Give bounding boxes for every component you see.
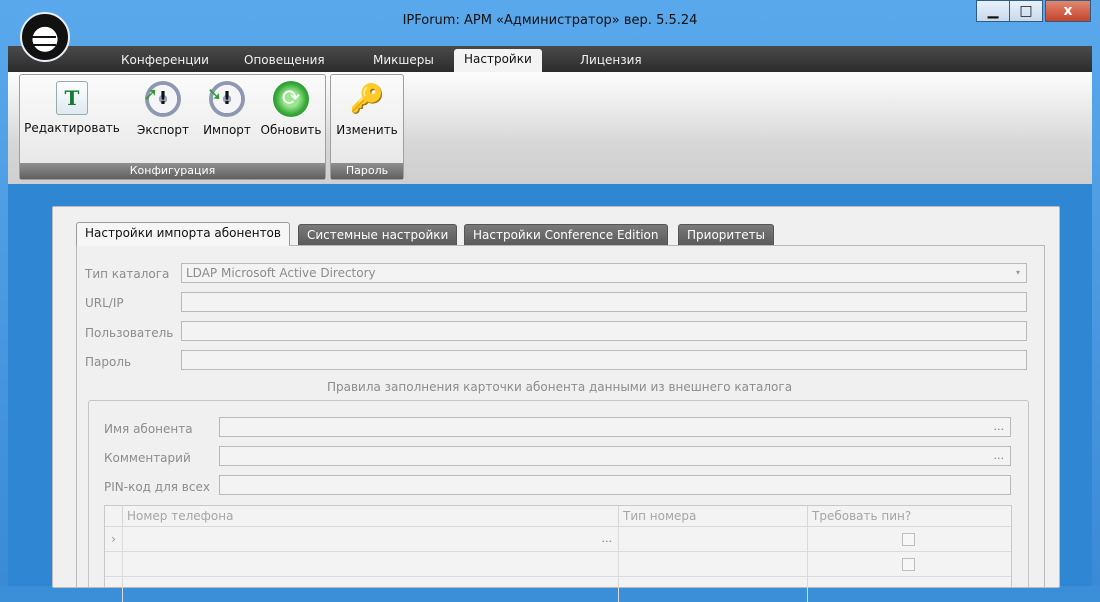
- url-input[interactable]: [181, 292, 1027, 312]
- ribbon-group-password: 🔑 Изменить Пароль: [330, 74, 404, 180]
- row-marker-cell: [105, 552, 123, 577]
- ribbon-group-label: Конфигурация: [20, 163, 325, 179]
- comment-input[interactable]: ...: [219, 446, 1011, 466]
- edit-button[interactable]: T Редактировать: [22, 81, 122, 135]
- phone-cell[interactable]: [123, 577, 619, 602]
- tab-notifications[interactable]: Оповещения: [234, 50, 335, 72]
- ribbon: T Редактировать ➚! Экспорт ➘! Импорт ⟳ О…: [8, 72, 1092, 185]
- edit-document-icon: T: [56, 81, 88, 115]
- title-bar: IPForum: АРМ «Администратор» вер. 5.5.24…: [0, 0, 1100, 46]
- pin-input[interactable]: [219, 475, 1011, 495]
- export-button[interactable]: ➚! Экспорт: [132, 81, 194, 137]
- catalog-type-select[interactable]: LDAP Microsoft Active Directory ▾: [181, 263, 1027, 283]
- close-button[interactable]: x: [1045, 0, 1091, 22]
- password-input[interactable]: [181, 350, 1027, 370]
- import-disc-icon: ➘!: [207, 81, 245, 117]
- comment-label: Комментарий: [104, 451, 191, 465]
- keys-icon: 🔑: [349, 82, 385, 115]
- refresh-icon: ⟳: [273, 81, 309, 117]
- require-pin-checkbox[interactable]: [902, 533, 915, 546]
- import-button-label: Импорт: [203, 123, 251, 137]
- export-disc-icon: ➚!: [143, 81, 181, 117]
- dropdown-arrow-icon: ▾: [1015, 268, 1020, 277]
- change-password-button[interactable]: 🔑 Изменить: [333, 81, 401, 137]
- refresh-button[interactable]: ⟳ Обновить: [258, 81, 324, 137]
- tab-conferences[interactable]: Конференции: [111, 50, 219, 72]
- tab-settings[interactable]: Настройки: [454, 49, 542, 72]
- column-header-phone[interactable]: Номер телефона: [123, 506, 619, 526]
- maximize-button[interactable]: □: [1009, 0, 1043, 22]
- phones-grid: Номер телефона Тип номера Требовать пин?…: [104, 505, 1012, 602]
- tab-priorities[interactable]: Приоритеты: [678, 224, 775, 245]
- table-row[interactable]: [105, 576, 1011, 602]
- minimize-button[interactable]: ▁: [976, 0, 1010, 22]
- tab-conference-edition[interactable]: Настройки Conference Edition: [464, 224, 668, 245]
- change-password-label: Изменить: [336, 123, 398, 137]
- row-header-column: [105, 506, 123, 526]
- phone-cell[interactable]: ...: [123, 527, 619, 552]
- tab-system-settings[interactable]: Системные настройки: [298, 224, 458, 245]
- require-pin-checkbox[interactable]: [902, 558, 915, 571]
- browse-phone-button[interactable]: ...: [602, 532, 613, 545]
- table-row[interactable]: › ...: [105, 526, 1011, 552]
- column-header-type[interactable]: Тип номера: [619, 506, 808, 526]
- window-title: IPForum: АРМ «Администратор» вер. 5.5.24: [402, 13, 698, 28]
- app-window: IPForum: АРМ «Администратор» вер. 5.5.24…: [0, 0, 1100, 602]
- table-row[interactable]: [105, 551, 1011, 577]
- import-button[interactable]: ➘! Импорт: [198, 81, 256, 137]
- tab-import-settings[interactable]: Настройки импорта абонентов: [76, 222, 290, 246]
- edit-button-label: Редактировать: [24, 121, 120, 135]
- type-cell[interactable]: [619, 552, 808, 577]
- tab-license[interactable]: Лицензия: [570, 50, 652, 72]
- type-cell[interactable]: [619, 577, 808, 602]
- catalog-type-value: LDAP Microsoft Active Directory: [186, 266, 376, 280]
- user-input[interactable]: [181, 321, 1027, 341]
- row-marker-cell: [105, 577, 123, 602]
- subscriber-name-input[interactable]: ...: [219, 417, 1011, 437]
- url-label: URL/IP: [85, 296, 124, 310]
- password-label: Пароль: [85, 355, 132, 369]
- menu-bar: Конференции Оповещения Микшеры Настройки…: [8, 46, 1092, 72]
- subscriber-name-label: Имя абонента: [104, 422, 193, 436]
- ribbon-group-label: Пароль: [331, 163, 403, 179]
- rules-caption: Правила заполнения карточки абонента дан…: [326, 380, 793, 394]
- row-marker: ›: [105, 527, 123, 552]
- catalog-type-label: Тип каталога: [85, 267, 170, 281]
- type-cell[interactable]: [619, 527, 808, 552]
- browse-comment-button[interactable]: ...: [994, 447, 1005, 465]
- user-label: Пользователь: [85, 326, 174, 340]
- tab-mixers[interactable]: Микшеры: [363, 50, 444, 72]
- browse-name-button[interactable]: ...: [994, 418, 1005, 436]
- app-logo-icon[interactable]: [20, 12, 70, 62]
- ribbon-group-configuration: T Редактировать ➚! Экспорт ➘! Импорт ⟳ О…: [19, 74, 326, 180]
- export-button-label: Экспорт: [136, 123, 190, 137]
- pin-label: PIN-код для всех: [104, 480, 210, 494]
- refresh-button-label: Обновить: [260, 123, 322, 137]
- phone-cell[interactable]: [123, 552, 619, 577]
- column-header-require-pin[interactable]: Требовать пин?: [808, 506, 1008, 526]
